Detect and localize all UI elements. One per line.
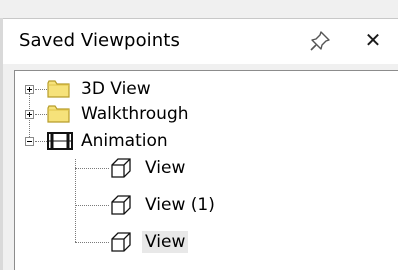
folder-icon	[47, 104, 71, 124]
folder-icon	[47, 79, 71, 99]
tree-item-label: 3D View	[81, 79, 151, 99]
tree-item-label: View	[142, 231, 189, 253]
viewpoint-cube-icon	[109, 193, 133, 217]
tree-connector	[35, 114, 47, 115]
tree-item-view[interactable]: View	[109, 155, 185, 181]
tree-item-view-selected[interactable]: View	[109, 229, 189, 255]
tree-connector	[75, 205, 109, 206]
pin-icon[interactable]	[308, 29, 332, 53]
tree-item-label: Animation	[81, 131, 168, 151]
viewpoints-tree: 3D View Walkthrough Animation View View …	[14, 70, 398, 270]
viewpoint-cube-icon	[109, 156, 133, 180]
film-strip-icon	[47, 130, 73, 152]
tree-connector	[75, 168, 109, 169]
close-button[interactable]: ✕	[361, 28, 385, 52]
tree-item-label: Walkthrough	[81, 104, 189, 124]
tree-item-3d-view[interactable]: 3D View	[47, 76, 151, 102]
panel-header: Saved Viewpoints ✕	[3, 18, 398, 64]
tree-item-animation[interactable]: Animation	[47, 128, 168, 154]
tree-connector	[75, 242, 109, 243]
expand-walkthrough-toggle[interactable]	[25, 110, 34, 119]
collapse-animation-toggle[interactable]	[25, 137, 34, 146]
tree-item-view-1[interactable]: View (1)	[109, 192, 215, 218]
tree-item-walkthrough[interactable]: Walkthrough	[47, 101, 189, 127]
tree-connector	[35, 141, 47, 142]
tree-connector	[35, 89, 47, 90]
expand-3d-view-toggle[interactable]	[25, 85, 34, 94]
window-top-band	[0, 0, 398, 18]
viewpoint-cube-icon	[109, 230, 133, 254]
tree-item-label: View (1)	[145, 195, 215, 215]
tree-connector	[75, 159, 76, 242]
panel-title: Saved Viewpoints	[19, 30, 180, 51]
tree-item-label: View	[145, 158, 186, 178]
